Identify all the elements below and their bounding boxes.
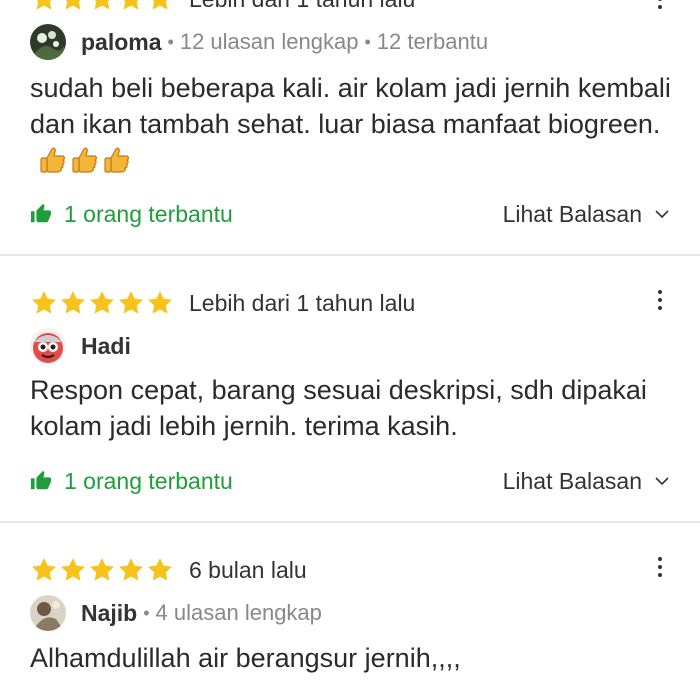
star-icon bbox=[148, 291, 172, 314]
thumbs-up-emoji-icon bbox=[72, 147, 97, 173]
star-icon bbox=[152, 0, 168, 10]
helpful-button[interactable]: 1 orang terbantu bbox=[30, 201, 233, 228]
thumbs-up-emoji-icon bbox=[104, 147, 129, 173]
star-icon bbox=[90, 558, 114, 581]
star-icon bbox=[36, 0, 52, 10]
star-icon bbox=[65, 0, 81, 10]
reviewer-row: paloma • 12 ulasan lengkap • 12 terbantu bbox=[30, 22, 488, 62]
reviewer-name[interactable]: paloma bbox=[81, 29, 162, 56]
review-text: Respon cepat, barang sesuai deskripsi, s… bbox=[30, 375, 647, 441]
view-reply-button[interactable]: Lihat Balasan bbox=[503, 201, 670, 228]
separator-dot: • bbox=[167, 31, 174, 52]
review-time: Lebih dari 1 tahun lalu bbox=[189, 0, 415, 13]
rating-row: Lebih dari 1 tahun lalu bbox=[30, 0, 415, 14]
star-rating bbox=[30, 0, 175, 13]
emoji-group bbox=[38, 145, 134, 175]
thumbs-up-icon bbox=[30, 203, 52, 223]
avatar[interactable] bbox=[30, 595, 66, 631]
view-reply-label: Lihat Balasan bbox=[502, 200, 642, 227]
reviewer-name[interactable]: Hadi bbox=[81, 333, 131, 360]
helpful-label: 1 orang terbantu bbox=[64, 200, 233, 227]
review-text-block: Respon cepat, barang sesuai deskripsi, s… bbox=[30, 372, 680, 444]
star-icon bbox=[119, 291, 143, 314]
star-rating bbox=[30, 289, 175, 317]
review-footer: 1 orang terbantu Lihat Balasan bbox=[30, 196, 670, 232]
view-reply-button[interactable]: Lihat Balasan bbox=[503, 468, 670, 495]
reviewer-row: Najib • 4 ulasan lengkap bbox=[30, 593, 322, 633]
reviewer-row: Hadi bbox=[30, 326, 131, 366]
review-time: 6 bulan lalu bbox=[189, 556, 307, 583]
star-icon bbox=[32, 558, 56, 581]
star-icon bbox=[90, 291, 114, 314]
rating-row: Lebih dari 1 tahun lalu bbox=[30, 288, 415, 318]
review-text-block: Alhamdulillah air berangsur jernih,,,, bbox=[30, 640, 680, 676]
reviewer-name[interactable]: Najib bbox=[81, 600, 137, 627]
helpful-button[interactable]: 1 orang terbantu bbox=[30, 468, 233, 495]
star-icon bbox=[123, 0, 139, 10]
separator-dot: • bbox=[143, 602, 150, 623]
divider bbox=[0, 521, 700, 523]
thumbs-up-icon bbox=[30, 470, 52, 490]
avatar[interactable] bbox=[30, 328, 66, 364]
star-icon bbox=[119, 558, 143, 581]
review-time: Lebih dari 1 tahun lalu bbox=[189, 289, 416, 316]
more-options-icon[interactable] bbox=[650, 552, 670, 582]
chevron-down-icon bbox=[655, 477, 669, 486]
helpful-label: 1 orang terbantu bbox=[64, 467, 233, 494]
helpful-total: 12 terbantu bbox=[376, 29, 489, 54]
star-icon bbox=[61, 291, 85, 314]
divider bbox=[0, 254, 700, 256]
rating-row: 6 bulan lalu bbox=[30, 555, 307, 585]
star-icon bbox=[94, 0, 110, 10]
more-options-icon[interactable] bbox=[650, 0, 670, 14]
more-options-icon[interactable] bbox=[650, 285, 670, 315]
view-reply-label: Lihat Balasan bbox=[502, 467, 642, 494]
review-text-block: sudah beli beberapa kali. air kolam jadi… bbox=[30, 70, 680, 178]
review-text: sudah beli beberapa kali. air kolam jadi… bbox=[30, 73, 671, 139]
full-reviews-count: 12 ulasan lengkap bbox=[179, 29, 359, 54]
star-icon bbox=[32, 291, 56, 314]
chevron-down-icon bbox=[655, 210, 669, 219]
full-reviews-count: 4 ulasan lengkap bbox=[155, 600, 322, 625]
avatar[interactable] bbox=[30, 24, 66, 60]
star-icon bbox=[61, 558, 85, 581]
review-text: Alhamdulillah air berangsur jernih,,,, bbox=[30, 643, 461, 673]
separator-dot: • bbox=[364, 31, 371, 52]
star-icon bbox=[148, 558, 172, 581]
review-footer: 1 orang terbantu Lihat Balasan bbox=[30, 463, 670, 499]
star-rating bbox=[30, 556, 175, 584]
thumbs-up-emoji-icon bbox=[40, 147, 65, 173]
